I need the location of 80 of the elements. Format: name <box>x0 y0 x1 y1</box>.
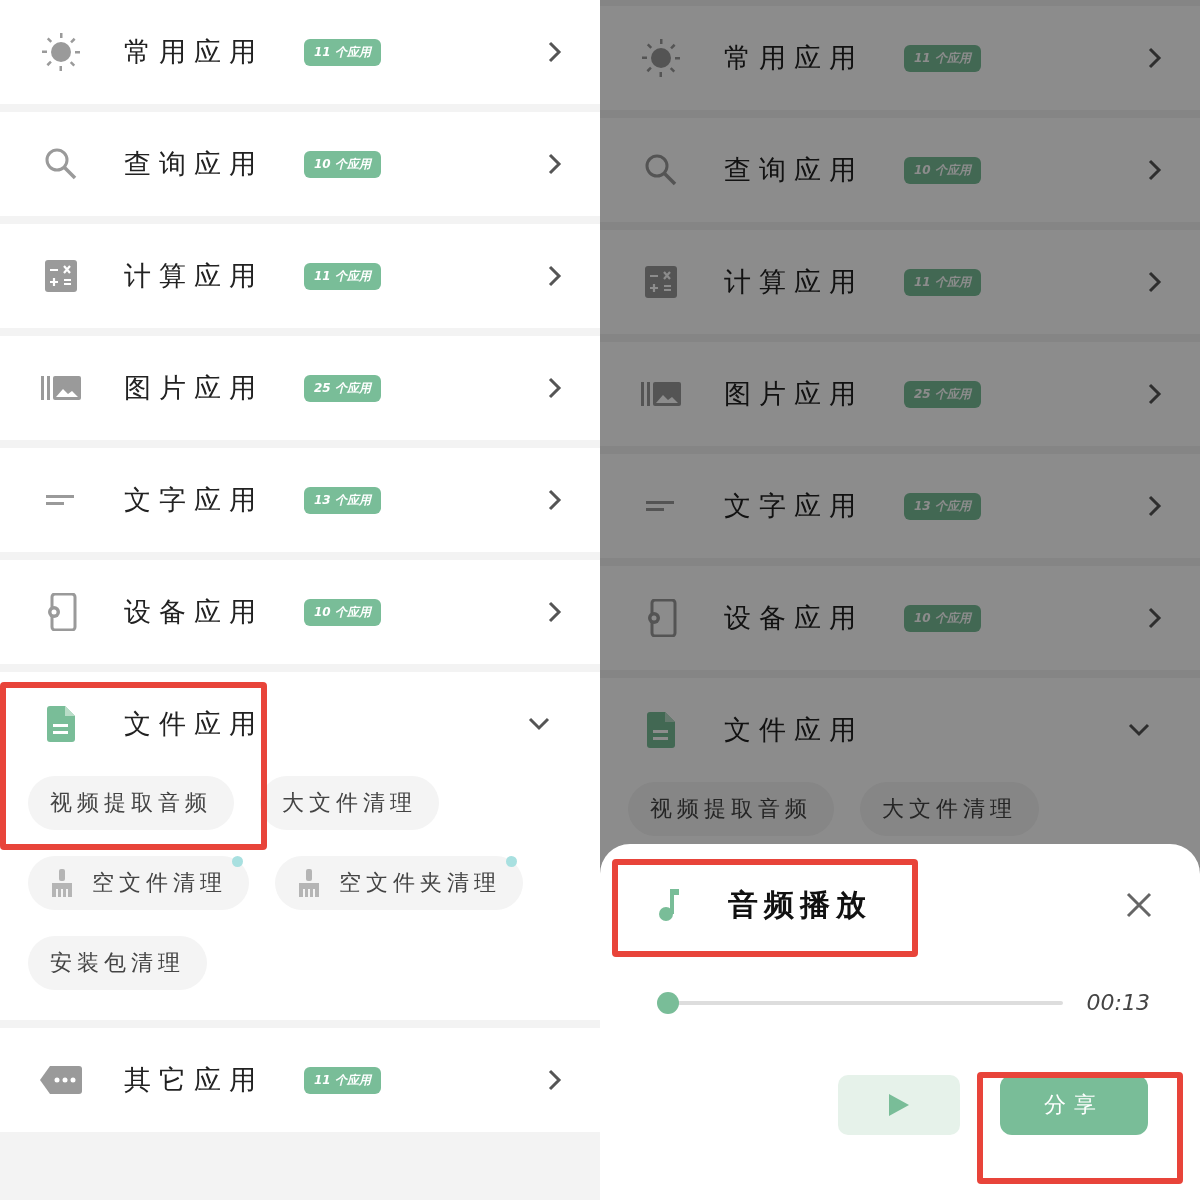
category-row[interactable]: 计算应用 11 个应用 <box>0 224 600 328</box>
play-icon <box>889 1094 909 1116</box>
count-badge: 11 个应用 <box>904 268 981 296</box>
sun-icon <box>641 38 681 78</box>
count-badge: 13 个应用 <box>304 486 381 514</box>
image-icon <box>41 374 81 402</box>
sun-icon <box>41 32 81 72</box>
tool-chip[interactable]: 空文件清理 <box>28 856 249 910</box>
search-icon <box>44 147 78 181</box>
count-badge: 10 个应用 <box>904 156 981 184</box>
category-row[interactable]: 图片应用 25 个应用 <box>0 336 600 440</box>
count-badge: 13 个应用 <box>904 492 981 520</box>
document-icon <box>647 712 675 748</box>
category-title[interactable]: 文件应用 <box>124 706 264 742</box>
tool-chip[interactable]: 视频提取音频 <box>28 776 234 830</box>
chip-label: 安装包清理 <box>50 949 185 977</box>
search-icon <box>644 153 678 187</box>
music-note-icon <box>658 889 680 921</box>
tag-icon <box>40 1066 82 1094</box>
category-row[interactable]: 图片应用 25 个应用 <box>600 342 1200 446</box>
chevron-down-icon[interactable] <box>528 717 550 731</box>
category-title: 图片应用 <box>124 371 264 405</box>
device-settings-icon <box>645 599 677 637</box>
chip-label: 空文件夹清理 <box>339 869 501 897</box>
sheet-title: 音频播放 <box>728 885 872 924</box>
tool-chip[interactable]: 空文件夹清理 <box>275 856 523 910</box>
category-title: 设备应用 <box>724 601 864 635</box>
count-badge: 11 个应用 <box>304 1066 381 1094</box>
chip-label: 大文件清理 <box>282 789 417 817</box>
count-badge: 25 个应用 <box>904 380 981 408</box>
text-lines-icon <box>646 499 676 513</box>
chip-label: 视频提取音频 <box>50 789 212 817</box>
chip-label: 大文件清理 <box>882 795 1017 823</box>
count-badge: 10 个应用 <box>304 598 381 626</box>
category-title[interactable]: 文件应用 <box>724 712 864 748</box>
broom-icon <box>297 869 321 897</box>
category-row[interactable]: 计算应用 11 个应用 <box>600 230 1200 334</box>
category-title: 文字应用 <box>124 483 264 517</box>
category-row[interactable]: 文字应用 13 个应用 <box>600 454 1200 558</box>
category-row[interactable]: 查询应用 10 个应用 <box>0 112 600 216</box>
time-label: 00:13 <box>1086 990 1150 1015</box>
progress-slider[interactable] <box>657 991 1063 1014</box>
tool-chip[interactable]: 视频提取音频 <box>628 782 834 836</box>
category-row[interactable]: 其它应用 11 个应用 <box>0 1028 600 1132</box>
category-title: 图片应用 <box>724 377 864 411</box>
category-row[interactable]: 设备应用 10 个应用 <box>0 560 600 664</box>
count-badge: 10 个应用 <box>904 604 981 632</box>
count-badge: 10 个应用 <box>304 150 381 178</box>
category-title: 查询应用 <box>124 147 264 181</box>
category-title: 查询应用 <box>724 153 864 187</box>
count-badge: 25 个应用 <box>304 374 381 402</box>
category-title: 常用应用 <box>724 41 864 75</box>
tool-chip[interactable]: 安装包清理 <box>28 936 207 990</box>
document-icon <box>47 706 75 742</box>
calculator-icon <box>645 266 677 298</box>
tool-chip[interactable]: 大文件清理 <box>860 782 1039 836</box>
category-row[interactable]: 查询应用 10 个应用 <box>600 118 1200 222</box>
category-title: 文字应用 <box>724 489 864 523</box>
chevron-down-icon[interactable] <box>1128 723 1150 737</box>
chip-label: 空文件清理 <box>92 869 227 897</box>
category-row[interactable]: 设备应用 10 个应用 <box>600 566 1200 670</box>
text-lines-icon <box>46 493 76 507</box>
count-badge: 11 个应用 <box>304 262 381 290</box>
category-title: 计算应用 <box>724 265 864 299</box>
category-row[interactable]: 文字应用 13 个应用 <box>0 448 600 552</box>
category-title: 常用应用 <box>124 35 264 69</box>
category-row[interactable]: 常用应用 11 个应用 <box>600 6 1200 110</box>
device-settings-icon <box>45 593 77 631</box>
count-badge: 11 个应用 <box>904 44 981 72</box>
category-title: 其它应用 <box>124 1063 264 1097</box>
image-icon <box>641 380 681 408</box>
progress-thumb[interactable] <box>657 991 679 1014</box>
count-badge: 11 个应用 <box>304 38 381 66</box>
broom-icon <box>50 869 74 897</box>
close-button[interactable] <box>1126 892 1152 918</box>
category-title: 设备应用 <box>124 595 264 629</box>
category-row[interactable]: 常用应用 11 个应用 <box>0 0 600 104</box>
category-title: 计算应用 <box>124 259 264 293</box>
calculator-icon <box>45 260 77 292</box>
chip-label: 视频提取音频 <box>650 795 812 823</box>
